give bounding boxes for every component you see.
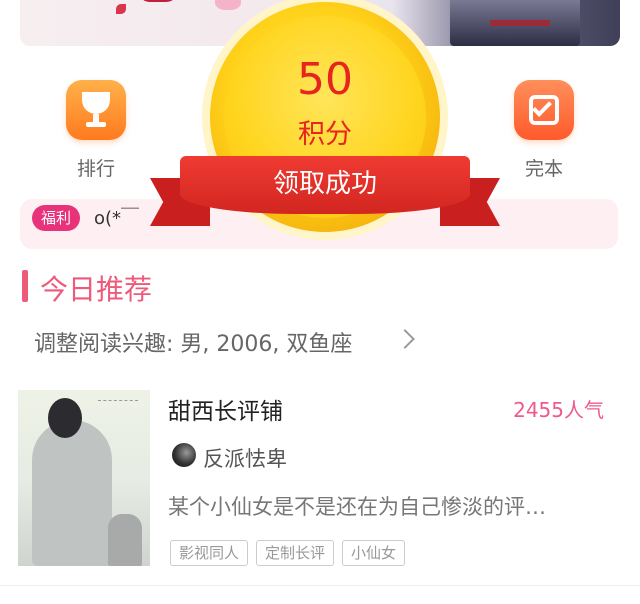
nav-rank-label: 排行 <box>76 158 115 180</box>
book-description: 某个小仙女是不是还在为自己惨淡的评… <box>168 495 546 519</box>
adjust-interest-link[interactable]: 调整阅读兴趣: 男, 2006, 双鱼座 <box>34 326 352 358</box>
heart-decoration <box>215 0 241 10</box>
reward-unit: 积分 <box>298 119 352 150</box>
divider <box>0 585 640 586</box>
reward-value: 50 <box>297 54 353 105</box>
reward-success-ribbon: 领取成功 <box>180 156 470 214</box>
book-cover[interactable] <box>18 390 150 566</box>
petal-decoration <box>116 4 126 14</box>
book-tag[interactable]: 小仙女 <box>342 540 406 566</box>
nav-finished-label: 完本 <box>524 158 563 180</box>
welfare-badge: 福利 <box>32 205 81 231</box>
book-tag[interactable]: 影视同人 <box>170 540 249 566</box>
nav-rank[interactable]: 排行 <box>51 80 141 181</box>
chevron-right-icon[interactable] <box>395 329 415 349</box>
nav-finished[interactable]: 完本 <box>499 80 589 181</box>
author-avatar <box>172 443 196 467</box>
book-tag[interactable]: 定制长评 <box>256 540 335 566</box>
section-accent-bar <box>22 270 28 302</box>
author-name[interactable]: 反派怯卑 <box>203 443 287 473</box>
book-popularity: 2455人气 <box>513 398 604 422</box>
banner-decoration <box>138 0 178 2</box>
banner-figure-image <box>450 0 580 46</box>
book-title[interactable]: 甜西长评铺 <box>168 392 283 426</box>
section-title: 今日推荐 <box>40 273 153 306</box>
trophy-icon <box>66 80 126 140</box>
book-tags: 影视同人 定制长评 小仙女 <box>170 540 406 566</box>
checklist-icon <box>514 80 574 140</box>
welfare-text: o(*￣ <box>94 208 140 229</box>
